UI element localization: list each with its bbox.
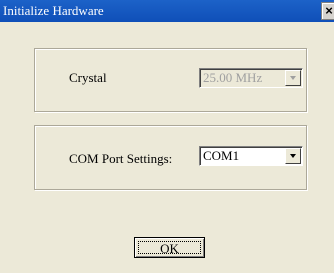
close-icon: ×: [325, 3, 333, 18]
com-port-value: COM1: [203, 148, 240, 163]
crystal-select: 25.00 MHz: [199, 68, 303, 88]
com-port-label: COM Port Settings:: [69, 151, 173, 166]
title-bar[interactable]: Initialize Hardware ×: [0, 0, 334, 22]
ok-button[interactable]: OK: [134, 237, 205, 258]
com-port-group: COM Port Settings: COM1: [34, 125, 307, 190]
close-button[interactable]: ×: [321, 2, 334, 20]
ok-button-label: OK: [160, 241, 179, 256]
com-port-select[interactable]: COM1: [199, 146, 303, 166]
crystal-label: Crystal: [69, 70, 107, 85]
chevron-down-icon[interactable]: [285, 148, 301, 164]
dialog-window: Initialize Hardware × Crystal 25.00 MHz …: [0, 0, 334, 273]
crystal-value: 25.00 MHz: [203, 70, 263, 85]
crystal-group: Crystal 25.00 MHz: [34, 48, 307, 112]
window-title: Initialize Hardware: [3, 3, 104, 18]
chevron-down-icon: [285, 70, 301, 86]
